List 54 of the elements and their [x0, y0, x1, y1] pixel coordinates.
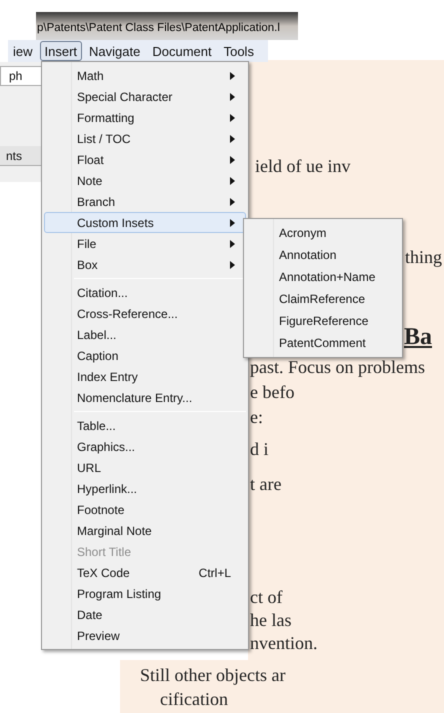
window-title: p\Patents\Patent Class Files\PatentApplication.l: [36, 20, 280, 36]
document-text: thing: [405, 246, 442, 268]
document-text: nvention.: [250, 632, 318, 654]
menu-item[interactable]: Float: [44, 149, 246, 170]
menu-item[interactable]: Custom Insets: [44, 212, 246, 233]
menu-item[interactable]: PatentComment: [244, 332, 402, 354]
document-text: e befo: [250, 381, 294, 403]
document-text: he las: [250, 609, 292, 631]
menu-item[interactable]: Special Character: [44, 86, 246, 107]
document-text: ct of: [250, 586, 282, 608]
menu-item[interactable]: Annotation: [244, 244, 402, 266]
menu-item[interactable]: FigureReference: [244, 310, 402, 332]
menu-item[interactable]: Graphics...: [44, 436, 246, 457]
menu-item[interactable]: Marginal Note: [44, 520, 246, 541]
document-text: t are: [250, 473, 282, 495]
menu-item[interactable]: TeX Code Ctrl+L: [44, 562, 246, 583]
menu-item[interactable]: Program Listing: [44, 583, 246, 604]
menu-bar-item[interactable]: Document: [147, 41, 217, 61]
document-text: past. Focus on problems: [250, 356, 425, 378]
document-text: ield of ue inv: [255, 155, 350, 177]
menu-item[interactable]: Index Entry: [44, 366, 246, 387]
menu-item[interactable]: Formatting: [44, 107, 246, 128]
menu-item[interactable]: Caption: [44, 345, 246, 366]
document-text: Still other objects ar: [140, 664, 286, 686]
menu-item[interactable]: Box: [44, 254, 246, 275]
document-text: e:: [250, 406, 263, 428]
menu-item[interactable]: Acronym: [244, 222, 402, 244]
menu-bar-item[interactable]: Insert: [40, 41, 82, 61]
shortcut-text: Ctrl+L: [198, 564, 231, 582]
menu-item[interactable]: Nomenclature Entry...: [44, 387, 246, 408]
menu-item[interactable]: Footnote: [44, 499, 246, 520]
menu-item[interactable]: File: [44, 233, 246, 254]
menu-item[interactable]: Table...: [44, 415, 246, 436]
menu-bar-item[interactable]: Navigate: [84, 41, 146, 61]
menu-item[interactable]: Hyperlink...: [44, 478, 246, 499]
menu-item[interactable]: Math: [44, 65, 246, 86]
menu-bar-item[interactable]: Tools: [218, 41, 259, 61]
menu-bar-item[interactable]: iew: [8, 41, 38, 61]
document-text: d i: [250, 438, 269, 460]
menu-item[interactable]: Cross-Reference...: [44, 303, 246, 324]
menu-item[interactable]: Citation...: [44, 282, 246, 303]
menu-item[interactable]: Annotation+Name: [244, 266, 402, 288]
menu-item[interactable]: Branch: [44, 191, 246, 212]
menu-item[interactable]: ClaimReference: [244, 288, 402, 310]
menu-item[interactable]: Preview: [44, 625, 246, 646]
menu-item[interactable]: List / TOC: [44, 128, 246, 149]
menu-item[interactable]: Note: [44, 170, 246, 191]
document-heading: Ba: [404, 326, 432, 348]
menu-item[interactable]: Label...: [44, 324, 246, 345]
menu-item[interactable]: Date: [44, 604, 246, 625]
outline-tab[interactable]: nts: [0, 146, 42, 166]
layout-combo[interactable]: ph: [0, 66, 42, 86]
document-text: cification: [160, 688, 228, 710]
menu-item[interactable]: URL: [44, 457, 246, 478]
